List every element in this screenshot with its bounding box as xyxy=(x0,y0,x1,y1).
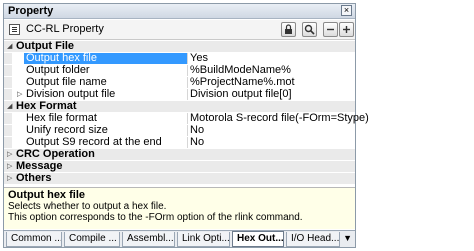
category-others[interactable]: ▷ Others xyxy=(4,172,355,184)
row-gutter xyxy=(4,113,12,124)
row-gutter xyxy=(4,53,12,64)
tab-link-options[interactable]: Link Opti... xyxy=(177,232,230,247)
property-name: Output file name xyxy=(26,76,107,88)
column-divider xyxy=(187,113,188,124)
category-output-file[interactable]: ◢ Output File xyxy=(4,40,355,52)
property-target-label: CC-RL Property xyxy=(26,23,104,35)
column-divider xyxy=(187,137,188,148)
category-label: Others xyxy=(16,172,52,184)
title-bar: Property × xyxy=(4,4,355,19)
collapsed-triangle-icon[interactable]: ▷ xyxy=(7,175,12,182)
column-divider xyxy=(187,53,188,64)
collapse-icon[interactable] xyxy=(323,22,338,37)
lock-icon[interactable] xyxy=(281,22,296,37)
description-line: Selects whether to output a hex file. xyxy=(8,201,167,212)
property-name: Output S9 record at the end xyxy=(26,136,162,148)
property-name: Output hex file xyxy=(24,53,187,64)
tab-hex-output-options[interactable]: Hex Out... xyxy=(232,231,284,247)
property-value[interactable]: %BuildModeName% xyxy=(190,64,291,76)
property-value[interactable]: Yes xyxy=(190,52,208,64)
category-label: CRC Operation xyxy=(16,148,95,160)
panel-title: Property xyxy=(8,5,54,17)
tab-compile-options[interactable]: Compile ... xyxy=(64,232,120,247)
row-gutter xyxy=(4,65,12,76)
category-message[interactable]: ▷ Message xyxy=(4,160,355,172)
column-divider xyxy=(187,125,188,136)
property-panel: Property × CC-RL Property ◢ Output File … xyxy=(3,3,369,248)
property-grid: ◢ Output File Output hex file Yes Output… xyxy=(4,40,369,186)
tab-io-header-options[interactable]: I/O Head... xyxy=(286,232,340,247)
property-name: Division output file xyxy=(26,88,116,100)
collapsed-triangle-icon[interactable]: ▷ xyxy=(7,151,12,158)
row-gutter xyxy=(4,89,12,100)
column-divider xyxy=(187,77,188,88)
property-name: Unify record size xyxy=(26,124,108,136)
search-icon[interactable] xyxy=(302,22,317,37)
close-icon[interactable]: × xyxy=(341,5,352,16)
row-gutter xyxy=(4,125,12,136)
category-hex-format[interactable]: ◢ Hex Format xyxy=(4,100,355,112)
property-row-output-s9-record[interactable]: Output S9 record at the end No xyxy=(4,136,355,148)
tab-overflow-icon[interactable]: ▼ xyxy=(343,233,352,243)
description-line: This option corresponds to the -FOrm opt… xyxy=(8,212,303,223)
expanded-triangle-icon[interactable]: ◢ xyxy=(7,103,12,110)
property-row-unify-record-size[interactable]: Unify record size No xyxy=(4,124,355,136)
property-name: Output folder xyxy=(26,64,90,76)
property-value[interactable]: No xyxy=(190,124,204,136)
tab-assemble-options[interactable]: Assembl... xyxy=(122,232,175,247)
row-gutter xyxy=(4,137,12,148)
property-row-output-folder[interactable]: Output folder %BuildModeName% xyxy=(4,64,355,76)
toolbar: CC-RL Property xyxy=(4,20,355,40)
property-value[interactable]: Division output file[0] xyxy=(190,88,292,100)
property-row-hex-file-format[interactable]: Hex file format Motorola S-record file(-… xyxy=(4,112,369,124)
category-label: Message xyxy=(16,160,63,172)
property-row-output-hex-file[interactable]: Output hex file Yes xyxy=(4,52,355,64)
property-row-division-output-file[interactable]: ▷ Division output file Division output f… xyxy=(4,88,355,100)
collapsed-triangle-icon[interactable]: ▷ xyxy=(17,91,22,98)
property-icon xyxy=(9,24,20,35)
expand-icon[interactable] xyxy=(339,22,354,37)
column-divider xyxy=(187,89,188,100)
row-gutter xyxy=(4,77,12,88)
expanded-triangle-icon[interactable]: ◢ xyxy=(7,43,12,50)
property-value[interactable]: %ProjectName%.mot xyxy=(190,76,295,88)
category-crc-operation[interactable]: ▷ CRC Operation xyxy=(4,148,355,160)
category-label: Output File xyxy=(16,40,75,52)
property-name: Hex file format xyxy=(26,112,97,124)
property-value[interactable]: Motorola S-record file(-FOrm=Stype) xyxy=(190,112,369,124)
tab-strip: Common ... Compile ... Assembl... Link O… xyxy=(4,230,355,247)
description-title: Output hex file xyxy=(8,189,85,201)
tab-common-options[interactable]: Common ... xyxy=(6,232,62,247)
property-row-output-file-name[interactable]: Output file name %ProjectName%.mot xyxy=(4,76,355,88)
category-label: Hex Format xyxy=(16,100,77,112)
description-pane: Output hex file Selects whether to outpu… xyxy=(4,187,355,229)
property-value[interactable]: No xyxy=(190,136,204,148)
column-divider xyxy=(187,65,188,76)
collapsed-triangle-icon[interactable]: ▷ xyxy=(7,163,12,170)
